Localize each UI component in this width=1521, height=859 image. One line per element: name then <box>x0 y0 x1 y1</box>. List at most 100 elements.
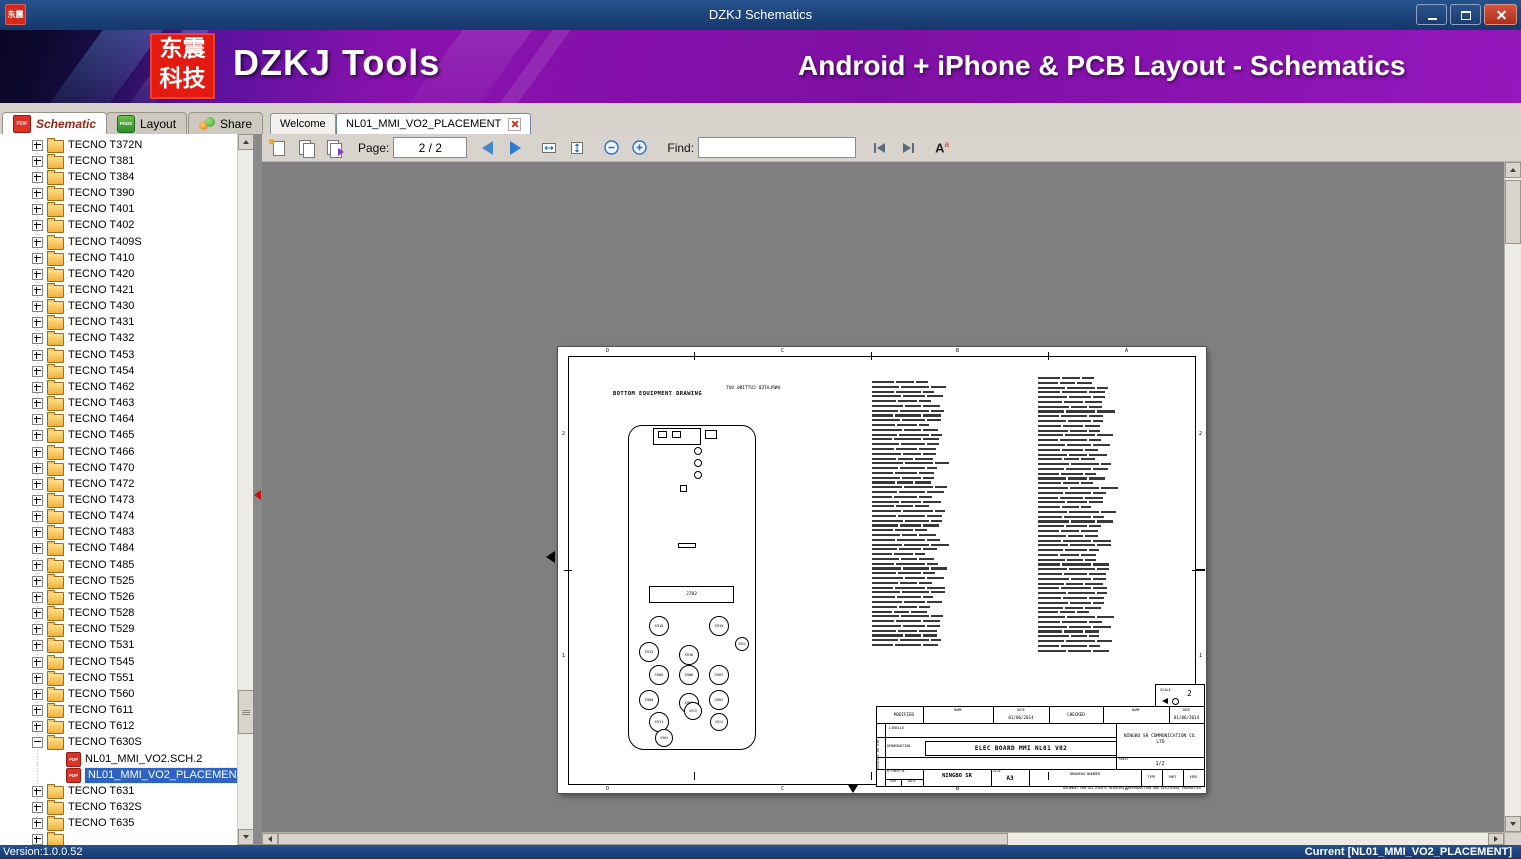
expand-icon[interactable] <box>32 414 43 426</box>
tree-item-folder[interactable]: TECNO T560 <box>0 686 237 702</box>
tree-item-folder[interactable]: TECNO T430 <box>0 299 237 315</box>
fit-page-button[interactable] <box>565 136 589 160</box>
tree-item-folder[interactable]: TECNO T612 <box>0 719 237 735</box>
horizontal-scrollbar[interactable] <box>262 832 1504 845</box>
tree-item-folder[interactable]: TECNO T473 <box>0 492 237 509</box>
horizontal-scrollbar-thumb[interactable] <box>278 833 1008 845</box>
expand-icon[interactable] <box>32 446 43 458</box>
expand-icon[interactable] <box>32 430 43 442</box>
find-next-button[interactable] <box>896 136 920 160</box>
tree-item-folder[interactable]: TECNO T474 <box>0 509 237 525</box>
vertical-scrollbar-thumb[interactable] <box>1505 180 1521 244</box>
continuous-pages-view-button[interactable] <box>322 136 346 160</box>
doc-tab-welcome[interactable]: Welcome <box>270 113 336 134</box>
expand-icon[interactable] <box>32 155 43 167</box>
tree-item-folder[interactable]: TECNO T525 <box>0 573 237 589</box>
tree-item-folder[interactable]: TECNO T464 <box>0 412 237 428</box>
vertical-scrollbar[interactable] <box>1504 162 1521 832</box>
expand-icon[interactable] <box>32 624 43 636</box>
tree-item-folder[interactable]: TECNO T401 <box>0 202 237 218</box>
expand-icon[interactable] <box>32 591 43 603</box>
tree-item-folder[interactable]: TECNO T390 <box>0 185 237 202</box>
tree-item-folder[interactable]: TECNO T630S <box>0 735 237 751</box>
facing-pages-view-button[interactable] <box>294 136 318 160</box>
tree-item-folder[interactable]: TECNO T529 <box>0 622 237 638</box>
close-button[interactable] <box>1484 4 1517 25</box>
expand-icon[interactable] <box>32 511 43 523</box>
expand-icon[interactable] <box>32 818 43 830</box>
expand-icon[interactable] <box>32 171 43 183</box>
expand-icon[interactable] <box>32 220 43 232</box>
expand-icon[interactable] <box>32 139 43 151</box>
single-page-view-button[interactable] <box>266 136 290 160</box>
scroll-up-button[interactable] <box>1505 162 1521 178</box>
expand-icon[interactable] <box>32 188 43 200</box>
expand-icon[interactable] <box>32 688 43 700</box>
next-page-button[interactable] <box>503 136 527 160</box>
tree-item-folder[interactable]: TECNO T635 <box>0 816 237 832</box>
tree-item-folder[interactable]: TECNO T402 <box>0 218 237 234</box>
tree-item-folder[interactable]: TECNO T526 <box>0 589 237 605</box>
expand-icon[interactable] <box>32 365 43 377</box>
collapse-icon[interactable] <box>32 737 43 749</box>
tree-item-folder[interactable]: TECNO T531 <box>0 638 237 654</box>
sidebar-scrollbar[interactable] <box>237 134 253 845</box>
tree-item-folder[interactable]: TECNO T454 <box>0 363 237 379</box>
tree-item-folder[interactable]: TECNO T470 <box>0 460 237 476</box>
previous-page-button[interactable] <box>475 136 499 160</box>
sidebar-scrollbar-thumb[interactable] <box>238 690 253 734</box>
expand-icon[interactable] <box>32 462 43 474</box>
expand-icon[interactable] <box>32 785 43 797</box>
tree-item-folder[interactable]: TECNO T453 <box>0 347 237 363</box>
page-number-input[interactable] <box>393 137 468 158</box>
tree-item-folder[interactable]: TECNO T466 <box>0 444 237 460</box>
tree-item-folder[interactable]: TECNO T485 <box>0 557 237 573</box>
tree-item-folder[interactable]: TECNO T611 <box>0 702 237 719</box>
tab-close-button[interactable] <box>508 117 522 131</box>
tree-item-folder[interactable]: TECNO T483 <box>0 525 237 541</box>
tree-item-folder[interactable]: TECNO T431 <box>0 315 237 331</box>
tree-item-folder[interactable]: TECNO T545 <box>0 654 237 670</box>
tree-item-folder[interactable]: TECNO T463 <box>0 396 237 412</box>
expand-icon[interactable] <box>32 608 43 620</box>
zoom-in-button[interactable] <box>627 136 651 160</box>
tree-item-folder[interactable]: TECNO T409S <box>0 234 237 250</box>
minimize-button[interactable] <box>1416 4 1447 25</box>
tree-item-folder[interactable]: TECNO T421 <box>0 282 237 298</box>
tree-item-folder[interactable]: TECNO T372N <box>0 137 237 153</box>
tree-item-folder[interactable] <box>0 832 237 845</box>
tree-item-folder[interactable]: TECNO T472 <box>0 476 237 492</box>
fit-width-button[interactable] <box>537 136 561 160</box>
expand-icon[interactable] <box>32 268 43 280</box>
expand-icon[interactable] <box>32 801 43 813</box>
expand-icon[interactable] <box>32 204 43 216</box>
tree-item-folder[interactable]: TECNO T632S <box>0 799 237 815</box>
tree-item-pdf[interactable]: PDF NL01_MMI_VO2_PLACEMENT <box>0 766 248 784</box>
document-viewer[interactable]: BOTTOM EQUIPMENT DRAWING UNPLATED CUTTIN… <box>262 162 1504 832</box>
expand-icon[interactable] <box>32 656 43 668</box>
expand-icon[interactable] <box>32 317 43 329</box>
expand-icon[interactable] <box>32 495 43 507</box>
expand-icon[interactable] <box>32 349 43 361</box>
scroll-left-button[interactable] <box>262 833 278 845</box>
font-size-button[interactable]: Aa <box>930 136 954 160</box>
tab-schematic[interactable]: PDF Schematic <box>2 112 108 134</box>
scroll-right-button[interactable] <box>1488 833 1504 845</box>
scroll-down-button[interactable] <box>1505 816 1521 832</box>
expand-icon[interactable] <box>32 640 43 652</box>
expand-icon[interactable] <box>32 301 43 313</box>
expand-icon[interactable] <box>32 721 43 733</box>
expand-icon[interactable] <box>32 543 43 555</box>
tree-item-folder[interactable]: TECNO T381 <box>0 153 237 169</box>
tab-share[interactable]: Share <box>188 112 264 134</box>
collapse-sidebar-button[interactable] <box>254 490 261 500</box>
expand-icon[interactable] <box>32 672 43 684</box>
sidebar-splitter[interactable] <box>253 134 262 845</box>
expand-icon[interactable] <box>32 252 43 264</box>
expand-icon[interactable] <box>32 333 43 345</box>
expand-icon[interactable] <box>32 398 43 410</box>
expand-icon[interactable] <box>32 705 43 717</box>
expand-icon[interactable] <box>32 834 43 845</box>
sidebar-scroll-down-button[interactable] <box>238 829 253 845</box>
tree-item-folder[interactable]: TECNO T432 <box>0 331 237 347</box>
